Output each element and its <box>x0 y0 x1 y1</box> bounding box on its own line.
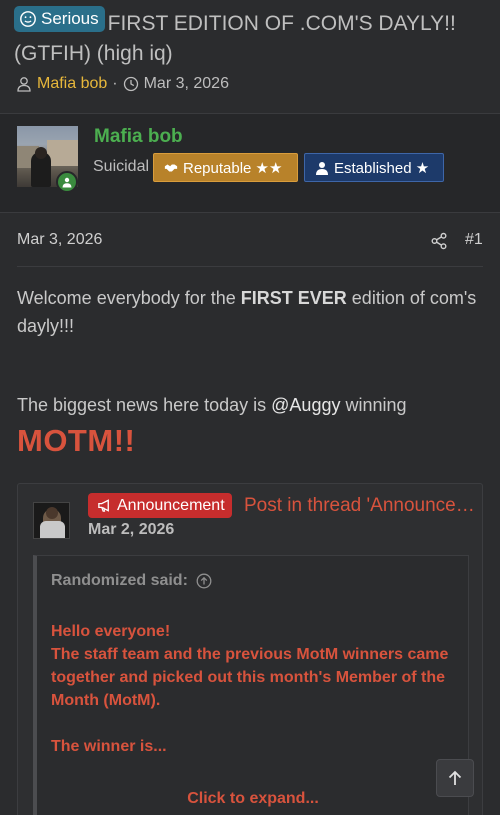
meta-separator: · <box>112 75 118 92</box>
smile-icon <box>20 11 36 27</box>
arrow-up-circle-icon[interactable] <box>196 573 212 589</box>
post-paragraph-news: The biggest news here today is @Auggy wi… <box>17 395 407 415</box>
thread-title-line: Serious FIRST EDITION OF .COM'S DAYLY!! … <box>14 6 490 69</box>
embed-avatar[interactable] <box>33 502 70 539</box>
scroll-to-top-button[interactable] <box>436 759 474 797</box>
announcement-badge[interactable]: Announcement <box>88 493 232 518</box>
megaphone-icon <box>98 499 109 512</box>
quote-header[interactable]: Randomized said: <box>37 556 469 606</box>
handshake-icon <box>164 164 178 171</box>
quote-body: Hello everyone! The staff team and the p… <box>51 623 449 755</box>
thread-prefix-badge[interactable]: Serious <box>14 6 105 32</box>
thread-header: Serious FIRST EDITION OF .COM'S DAYLY!! … <box>0 0 500 110</box>
embed-date: Mar 2, 2026 <box>88 521 175 538</box>
motm-headline: MOTM!! <box>17 423 136 458</box>
user-mention-link[interactable]: @Auggy <box>271 395 340 415</box>
user-banner-reputable: Reputable ★★ <box>153 153 298 182</box>
thread-author-link[interactable]: Mafia bob <box>37 75 107 93</box>
click-to-expand-link[interactable]: Click to expand... <box>37 790 469 808</box>
user-outline-icon <box>17 77 31 92</box>
user-title: Suicidal <box>93 158 150 175</box>
thread-prefix-label: Serious <box>41 9 99 28</box>
user-banner-established: Established ★ <box>304 153 444 182</box>
post-date[interactable]: Mar 3, 2026 <box>17 231 102 249</box>
arrow-up-icon <box>448 770 462 785</box>
share-icon[interactable] <box>430 232 448 250</box>
embed-thread-link[interactable]: Post in thread 'Announcement' <box>244 493 480 518</box>
user-icon <box>316 161 328 175</box>
post-divider <box>17 266 483 267</box>
post-username[interactable]: Mafia bob <box>94 126 183 148</box>
quote-block: Randomized said: Hello everyone! The sta… <box>33 555 469 815</box>
online-status-icon <box>56 171 78 193</box>
clock-icon <box>123 76 138 92</box>
thread-date[interactable]: Mar 3, 2026 <box>144 75 229 93</box>
embedded-post: Announcement Post in thread 'Announcemen… <box>17 483 483 815</box>
thread-meta: Mafia bob · Mar 3, 2026 <box>16 73 229 95</box>
post-paragraph-welcome: Welcome everybody for the FIRST EVER edi… <box>17 288 477 336</box>
post-number-link[interactable]: #1 <box>465 231 483 249</box>
